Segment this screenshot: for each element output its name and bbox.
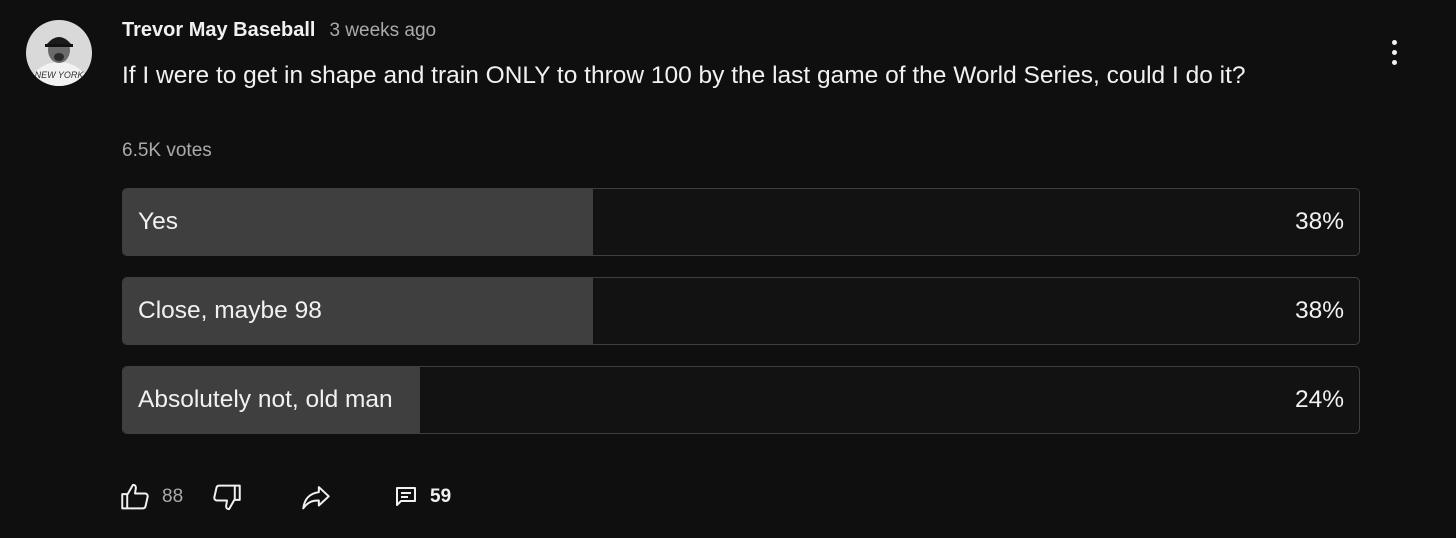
share-icon	[302, 486, 330, 510]
comment-count: 59	[430, 486, 452, 507]
poll-option-percent: 38%	[1294, 297, 1344, 324]
more-options-button[interactable]	[1376, 34, 1412, 70]
comment-button[interactable]: 59	[394, 478, 451, 516]
share-button[interactable]	[298, 478, 334, 516]
avatar-image: NEW YORK	[26, 20, 92, 86]
menu-dot	[1391, 49, 1397, 55]
menu-dot	[1391, 59, 1397, 65]
like-count: 88	[162, 486, 184, 507]
thumbs-up-icon	[121, 483, 149, 510]
community-post: NEW YORK Trevor May Baseball 3 weeks ago…	[0, 0, 1456, 538]
poll-option-label: Close, maybe 98	[138, 297, 322, 324]
poll-option[interactable]: Close, maybe 98 38%	[122, 277, 1360, 345]
post-header: Trevor May Baseball 3 weeks ago	[122, 19, 436, 45]
poll-option-percent: 24%	[1294, 386, 1344, 413]
comment-icon	[396, 487, 416, 506]
poll-option-label: Yes	[138, 208, 178, 235]
dislike-button[interactable]	[210, 478, 244, 516]
channel-avatar[interactable]: NEW YORK	[26, 20, 92, 86]
thumbs-down-icon	[213, 484, 241, 511]
svg-text:NEW YORK: NEW YORK	[35, 70, 85, 80]
poll-option[interactable]: Yes 38%	[122, 188, 1360, 256]
poll-option-label: Absolutely not, old man	[138, 386, 393, 413]
channel-name[interactable]: Trevor May Baseball	[122, 19, 315, 42]
poll-question: If I were to get in shape and train ONLY…	[122, 62, 1246, 89]
poll-option-fill	[123, 189, 593, 255]
like-button[interactable]: 88	[118, 478, 183, 516]
vote-count: 6.5K votes	[122, 140, 212, 161]
poll-options: Yes 38% Close, maybe 98 38% Absolutely n…	[122, 188, 1360, 455]
poll-option-percent: 38%	[1294, 208, 1344, 235]
post-timestamp[interactable]: 3 weeks ago	[329, 20, 436, 42]
poll-option[interactable]: Absolutely not, old man 24%	[122, 366, 1360, 434]
menu-dot	[1391, 39, 1397, 45]
